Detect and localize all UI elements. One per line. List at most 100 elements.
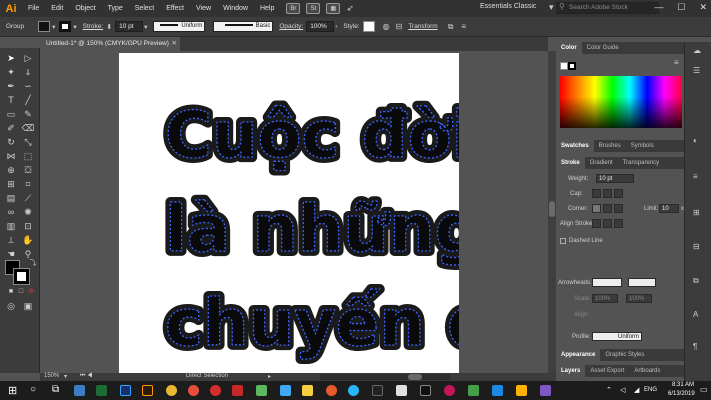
free-transform-tool-icon[interactable]: ⬚	[21, 150, 35, 162]
color-fill-swatch[interactable]	[560, 62, 568, 70]
document-tab[interactable]: Untitled-1* @ 150% (CMYK/GPU Preview) ✕	[40, 37, 180, 51]
fill-swatch[interactable]	[38, 21, 51, 32]
draw-mode-icon[interactable]: ◎	[4, 300, 18, 312]
perspective-grid-tool-icon[interactable]: ⊞	[4, 178, 18, 190]
weight-field[interactable]: 10 pt	[596, 174, 634, 183]
language-indicator[interactable]: ENG	[644, 387, 657, 393]
app-dark-icon[interactable]	[372, 385, 383, 396]
menu-select[interactable]: Select	[129, 5, 160, 12]
tab-swatches[interactable]: Swatches	[556, 140, 594, 152]
minimize-icon[interactable]: —	[654, 2, 663, 13]
start-arrowhead-select[interactable]	[592, 278, 622, 287]
transform-label[interactable]: Transform	[408, 23, 437, 30]
blend-tool-icon[interactable]: ∞	[4, 206, 18, 218]
color-icon[interactable]: ◐	[693, 136, 698, 145]
vertical-scrollbar[interactable]	[548, 51, 556, 373]
app-red-square-icon[interactable]	[232, 385, 243, 396]
app-amber-icon[interactable]	[516, 385, 527, 396]
none-mode-icon[interactable]: ⊘	[24, 286, 38, 298]
app-magenta-icon[interactable]	[444, 385, 455, 396]
canvas-area[interactable]: Cuộc đời Cuộc đời là những là những chuy…	[40, 51, 548, 373]
app-black-icon[interactable]	[420, 385, 431, 396]
shape-builder-tool-icon[interactable]: ⊕	[4, 164, 18, 176]
illustrator-taskbar-icon[interactable]	[142, 385, 153, 396]
tab-graphic-styles[interactable]: Graphic Styles	[600, 352, 649, 358]
eyedropper-tool-icon[interactable]: ⟋	[21, 192, 35, 204]
arrange-documents-icon[interactable]: ▦	[326, 3, 341, 14]
panel-menu-icon[interactable]: ≡	[461, 22, 466, 31]
stroke-dropdown-icon[interactable]: ▾	[73, 23, 76, 31]
mesh-tool-icon[interactable]: ⌗	[21, 178, 35, 190]
opacity-label[interactable]: Opacity:	[279, 23, 303, 30]
stock-icon[interactable]: St	[306, 3, 321, 14]
artboard-nav-first-icon[interactable]: ⏮ ◀	[80, 373, 92, 380]
align-icon[interactable]: ⊟	[396, 22, 403, 31]
menu-help[interactable]: Help	[254, 5, 280, 12]
close-icon[interactable]: ✕	[699, 2, 707, 13]
dashed-line-checkbox[interactable]	[560, 238, 566, 244]
pathfinder-icon[interactable]: ⧉	[693, 276, 699, 286]
chrome-icon[interactable]	[166, 385, 177, 396]
app-purple-icon[interactable]	[540, 385, 551, 396]
bridge-icon[interactable]: Br	[286, 3, 301, 14]
xbox-icon[interactable]	[96, 385, 107, 396]
menu-effect[interactable]: Effect	[160, 5, 190, 12]
selection-tool-icon[interactable]: ➤	[4, 52, 18, 64]
tab-asset-export[interactable]: Asset Export	[585, 368, 629, 374]
round-cap-button[interactable]	[603, 189, 612, 198]
horizontal-scrollbar[interactable]	[320, 374, 450, 380]
slice-tool-icon[interactable]: ⟂	[4, 234, 18, 246]
width-tool-icon[interactable]: ⋈	[4, 150, 18, 162]
clock-time[interactable]: 8:31 AM	[672, 382, 694, 388]
end-arrowhead-select[interactable]	[628, 278, 656, 287]
variable-width-profile[interactable]: Uniform	[153, 21, 206, 32]
round-join-button[interactable]	[603, 204, 612, 213]
stroke-label[interactable]: Stroke:	[83, 23, 104, 30]
end-scale-field[interactable]: 100%	[626, 294, 652, 303]
horizontal-scrollbar-thumb[interactable]	[408, 374, 422, 380]
tray-arrow-icon[interactable]: ⌃	[606, 386, 612, 394]
align-center-button[interactable]	[592, 219, 601, 228]
tab-artboards[interactable]: Artboards	[629, 368, 665, 374]
color-panel-menu-icon[interactable]: ≡	[674, 58, 679, 67]
stroke-weight-dropdown-icon[interactable]: ▾	[144, 23, 147, 31]
zoom-level[interactable]: 150%	[44, 373, 59, 379]
search-icon-taskbar[interactable]: ○	[30, 384, 36, 395]
edge-icon[interactable]	[74, 385, 85, 396]
isolate-group-icon[interactable]: ⧉	[448, 22, 454, 32]
stroke-icon[interactable]: ≡	[693, 172, 698, 181]
opera-icon[interactable]	[210, 385, 221, 396]
app-white-icon[interactable]	[396, 385, 407, 396]
color-spectrum[interactable]	[560, 76, 682, 128]
stroke-weight-field[interactable]: 10 pt	[115, 21, 144, 32]
symbol-sprayer-tool-icon[interactable]: ✺	[21, 206, 35, 218]
bevel-join-button[interactable]	[614, 204, 623, 213]
pen-tool-icon[interactable]: ✒	[4, 80, 18, 92]
align-panel-icon[interactable]: ⊟	[693, 242, 700, 251]
close-document-icon[interactable]: ✕	[172, 39, 177, 47]
swap-fill-stroke-icon[interactable]: ⤵	[26, 258, 40, 270]
network-icon[interactable]: ◢	[634, 386, 639, 394]
app-green2-icon[interactable]	[468, 385, 479, 396]
type-tool-icon[interactable]: T	[4, 94, 18, 106]
start-scale-field[interactable]: 100%	[592, 294, 618, 303]
eraser-tool-icon[interactable]: ⌫	[21, 122, 35, 134]
magic-wand-tool-icon[interactable]: ✦	[4, 66, 18, 78]
rotate-tool-icon[interactable]: ↻	[4, 136, 18, 148]
file-explorer-icon[interactable]	[302, 385, 313, 396]
lasso-tool-icon[interactable]: ↆ	[21, 66, 35, 78]
menu-object[interactable]: Object	[69, 5, 101, 12]
curvature-tool-icon[interactable]: ∽	[21, 80, 35, 92]
photoshop-icon[interactable]	[120, 385, 131, 396]
app-green-icon[interactable]	[256, 385, 267, 396]
artwork-text-group[interactable]: Cuộc đời Cuộc đời là những là những chuy…	[119, 53, 520, 373]
app-red-icon[interactable]	[188, 385, 199, 396]
zoom-dropdown-icon[interactable]: ▾	[64, 373, 67, 380]
limit-field[interactable]: 10	[659, 204, 679, 213]
workspace-switcher[interactable]: Essentials Classic	[480, 3, 536, 10]
hand-tool-alt-icon[interactable]: ☚	[4, 248, 18, 260]
rectangle-tool-icon[interactable]: ▭	[4, 108, 18, 120]
artboard-tool-icon[interactable]: ⊡	[21, 220, 35, 232]
stroke-color-icon[interactable]	[13, 268, 30, 285]
line-tool-icon[interactable]: ╱	[21, 94, 35, 106]
